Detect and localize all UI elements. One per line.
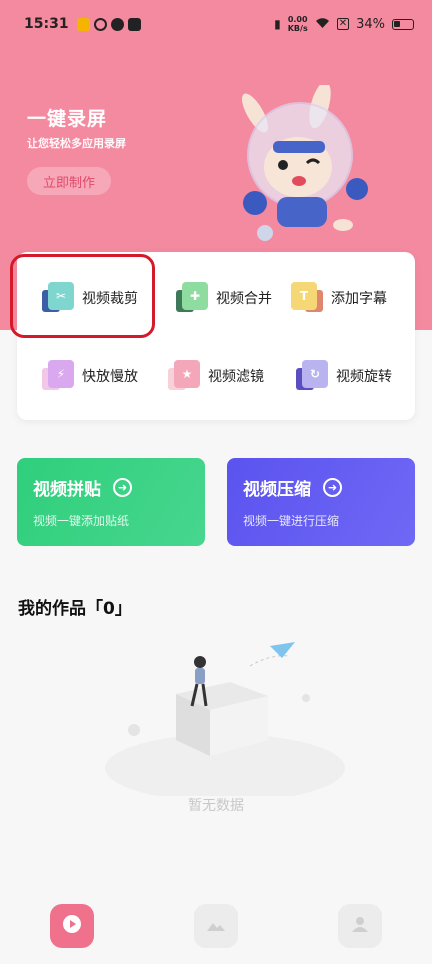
tab-profile[interactable]	[338, 904, 382, 948]
tool-video-merge[interactable]: ✚ 视频合并	[176, 282, 272, 314]
card-title: 视频压缩	[243, 480, 311, 500]
battery-percent: 34%	[356, 16, 385, 32]
tab-home[interactable]	[50, 904, 94, 948]
vibrate-icon: ▮	[274, 17, 281, 31]
tool-label: 快放慢放	[82, 369, 138, 385]
tool-filter[interactable]: ★ 视频滤镜	[168, 360, 264, 392]
notification-icons	[76, 17, 141, 31]
text-icon: T	[291, 282, 323, 314]
card-subtitle: 视频一键添加贴纸	[33, 514, 130, 528]
video-home-icon	[61, 913, 83, 939]
profile-icon	[350, 914, 370, 938]
start-create-button[interactable]: 立即制作	[27, 167, 111, 195]
tool-label: 视频滤镜	[208, 369, 264, 385]
sparkle-icon: ★	[168, 360, 200, 392]
status-bar: 15:31 ▮ 0.00 KB/s ✕ 34%	[0, 0, 432, 48]
tool-label: 视频合并	[216, 291, 272, 307]
gallery-icon	[205, 915, 227, 937]
highlight-annotation	[10, 254, 155, 338]
wifi-icon	[315, 17, 330, 32]
battery-icon	[392, 18, 414, 30]
lightning-icon: ⚡	[42, 360, 74, 392]
empty-state-text: 暂无数据	[188, 798, 244, 814]
net-speed: 0.00 KB/s	[288, 15, 308, 33]
puzzle-icon: ✚	[176, 282, 208, 314]
net-speed-value: 0.00	[287, 15, 308, 24]
tool-rotate[interactable]: ↻ 视频旋转	[296, 360, 392, 392]
weibo-icon	[76, 17, 90, 31]
empty-box-illustration	[105, 642, 345, 796]
video-collage-card[interactable]: 视频拼贴 ➜ 视频一键添加贴纸	[17, 458, 205, 546]
rotate-icon: ↻	[296, 360, 328, 392]
card-title: 视频拼贴	[33, 480, 101, 500]
my-works-title: 我的作品「0」	[18, 599, 132, 619]
tool-speed[interactable]: ⚡ 快放慢放	[42, 360, 138, 392]
hero-title: 一键录屏	[27, 108, 108, 130]
status-time: 15:31	[24, 16, 69, 32]
link-app-icon	[93, 17, 107, 31]
tiktok-icon	[127, 17, 141, 31]
tab-gallery[interactable]	[194, 904, 238, 948]
clover-app-icon	[110, 17, 124, 31]
status-right: ▮ 0.00 KB/s ✕ 34%	[274, 15, 414, 33]
sim-off-icon: ✕	[336, 18, 350, 30]
arrow-right-icon: ➜	[323, 478, 342, 497]
bottom-tab-bar	[0, 890, 432, 964]
arrow-right-icon: ➜	[113, 478, 132, 497]
astronaut-rabbit-mascot	[242, 85, 368, 241]
tool-label: 添加字幕	[331, 291, 387, 307]
card-subtitle: 视频一键进行压缩	[243, 514, 340, 528]
tool-label: 视频旋转	[336, 369, 392, 385]
hero-subtitle: 让您轻松多应用录屏	[27, 137, 126, 150]
video-compress-card[interactable]: 视频压缩 ➜ 视频一键进行压缩	[227, 458, 415, 546]
tool-add-subtitle[interactable]: T 添加字幕	[291, 282, 387, 314]
net-speed-unit: KB/s	[287, 24, 308, 33]
